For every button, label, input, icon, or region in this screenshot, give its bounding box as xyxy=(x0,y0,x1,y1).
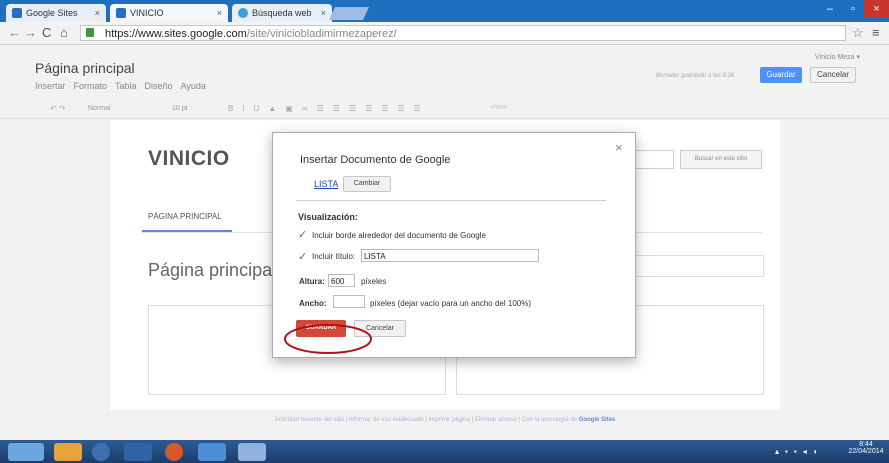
page-heading: Página principa xyxy=(148,260,273,280)
site-search-input[interactable] xyxy=(632,150,674,169)
forward-icon[interactable]: → xyxy=(24,25,37,40)
close-icon[interactable]: × xyxy=(615,140,623,155)
menu-ayuda[interactable]: Ayuda xyxy=(181,81,206,91)
google-sites-icon xyxy=(116,8,126,18)
media-player-icon[interactable] xyxy=(92,443,110,461)
google-sites-icon xyxy=(12,8,22,18)
tab-label: Búsqueda web xyxy=(252,8,312,18)
chrome-icon[interactable] xyxy=(165,443,183,461)
font-size-select[interactable]: 10 pt xyxy=(172,105,188,112)
search-icon xyxy=(238,8,248,18)
editor-toolbar xyxy=(0,98,889,119)
app-icon[interactable] xyxy=(124,443,152,461)
footer-brand[interactable]: Google Sites xyxy=(579,417,616,423)
star-icon[interactable]: ☆ xyxy=(852,25,864,41)
editor-menu: Insertar Formato Tabla Diseño Ayuda xyxy=(35,81,214,91)
cancel-button[interactable]: Cancelar xyxy=(810,67,856,83)
title-checkbox[interactable]: ✓ xyxy=(298,250,307,263)
border-checkbox[interactable]: ✓ xyxy=(298,228,307,241)
format-icons[interactable]: BIU▲▣∞☰☰☰☰☰☰☰ xyxy=(228,104,430,113)
new-tab-button[interactable] xyxy=(328,7,370,20)
url-path: /site/viniciobladimirmezaperez/ xyxy=(246,28,397,40)
url-field[interactable]: https://www.sites.google.com/site/vinici… xyxy=(80,25,846,41)
title-checkbox-label: Incluir título: xyxy=(312,252,356,261)
tab-close-icon[interactable]: × xyxy=(217,8,222,18)
width-input[interactable] xyxy=(333,295,365,308)
height-input[interactable]: 600 xyxy=(328,274,355,287)
tab-label: Google Sites xyxy=(26,8,78,18)
clock-time: 8:44 xyxy=(859,441,873,448)
menu-tabla[interactable]: Tabla xyxy=(115,81,137,91)
tab-close-icon[interactable]: × xyxy=(321,8,326,18)
dialog-divider xyxy=(296,200,606,201)
style-select[interactable]: Normal xyxy=(88,105,111,112)
close-window-button[interactable]: × xyxy=(864,0,889,18)
tab-busqueda-web[interactable]: Búsqueda web × xyxy=(232,4,332,22)
clock-date: 22/04/2014 xyxy=(848,448,884,455)
explorer-icon[interactable] xyxy=(54,443,82,461)
menu-insertar[interactable]: Insertar xyxy=(35,81,66,91)
title-input[interactable]: LISTA xyxy=(361,249,539,262)
reload-icon[interactable]: C xyxy=(42,25,51,40)
undo-icon[interactable]: ↶ ↷ xyxy=(50,104,66,113)
document-link[interactable]: LISTA xyxy=(314,179,338,189)
menu-diseno[interactable]: Diseño xyxy=(145,81,173,91)
user-menu[interactable]: Vinicio Meza ▾ xyxy=(815,53,860,61)
window-icon[interactable] xyxy=(238,443,266,461)
save-button[interactable]: Guardar xyxy=(760,67,802,83)
clock[interactable]: 8:44 22/04/2014 xyxy=(846,441,886,455)
change-document-button[interactable]: Cambiar xyxy=(343,176,391,192)
maximize-button[interactable]: ▫ xyxy=(842,0,864,18)
height-unit: píxeles xyxy=(361,277,387,286)
home-icon[interactable]: ⌂ xyxy=(60,25,68,40)
internet-explorer-icon[interactable] xyxy=(198,443,226,461)
tab-vinicio[interactable]: VINICIO × xyxy=(110,4,228,22)
site-title: VINICIO xyxy=(148,147,230,170)
menu-formato[interactable]: Formato xyxy=(74,81,108,91)
site-footer: Actividad reciente del sitio | Informar … xyxy=(110,417,780,423)
nav-tab-home[interactable]: PÁGINA PRINCIPAL xyxy=(148,212,222,221)
minimize-button[interactable]: – xyxy=(818,0,842,18)
annotation-circle xyxy=(284,324,372,354)
dialog-title: Insertar Documento de Google xyxy=(300,154,451,166)
lock-icon xyxy=(86,28,94,37)
tab-close-icon[interactable]: × xyxy=(95,8,100,18)
url-host: https://www.sites.google.com xyxy=(105,28,247,40)
site-search-button[interactable]: Buscar en este sitio xyxy=(680,150,762,169)
page-title: Página principal xyxy=(35,60,135,76)
height-label: Altura: xyxy=(299,277,325,286)
tray-icons[interactable]: ▴▪▪◂◖ xyxy=(775,447,824,456)
html-button[interactable]: <html> xyxy=(490,105,508,111)
border-checkbox-label: Incluir borde alrededor del documento de… xyxy=(312,231,486,240)
draft-status: Borrador guardado a las 8:38 xyxy=(656,73,735,79)
section-label: Visualización: xyxy=(298,212,358,222)
footer-links[interactable]: Actividad reciente del sitio | Informar … xyxy=(275,417,577,423)
width-label: Ancho: xyxy=(299,299,327,308)
tab-google-sites[interactable]: Google Sites × xyxy=(6,4,106,22)
width-unit: píxeles (dejar vacío para un ancho del 1… xyxy=(370,299,531,308)
back-icon[interactable]: ← xyxy=(8,25,21,40)
tab-label: VINICIO xyxy=(130,8,164,18)
start-button[interactable] xyxy=(8,443,44,461)
menu-icon[interactable]: ≡ xyxy=(872,25,880,40)
